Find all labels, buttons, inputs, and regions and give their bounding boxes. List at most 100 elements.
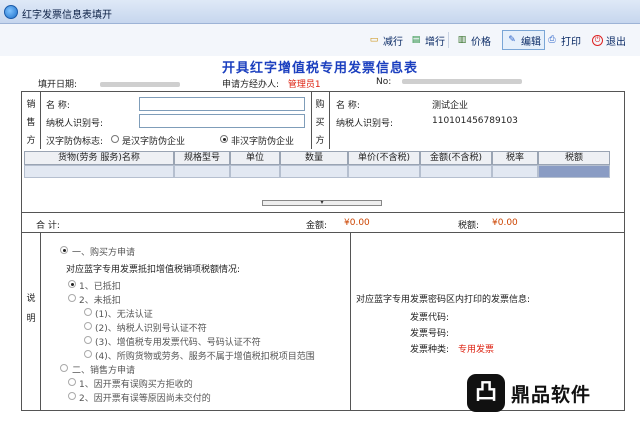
price-button[interactable]: ▥ 价格: [456, 30, 491, 50]
edit-label: 编辑: [521, 36, 541, 48]
applicant: 申请方经办人: 管理员1: [222, 77, 321, 90]
exit-label: 退出: [606, 36, 626, 48]
anti-fake-yes-label: 是汉字防伪企业: [122, 137, 186, 147]
reduce-row-label: 减行: [383, 36, 403, 48]
table-cell-selected[interactable]: [538, 165, 610, 178]
table-cell[interactable]: [492, 165, 538, 178]
fill-date-text: 填开日期:: [38, 80, 78, 90]
table-cell[interactable]: [420, 165, 492, 178]
reason1-radio[interactable]: [84, 308, 92, 316]
invoice-number-label: 发票号码:: [410, 329, 450, 339]
app-icon: [4, 5, 18, 19]
anti-fake-label: 汉字防伪标志:: [46, 137, 104, 147]
buyer-name-label: 名 称:: [336, 101, 360, 111]
deducted-radio[interactable]: [68, 280, 76, 288]
totals-bottom-border: [22, 232, 624, 233]
buyer-label-char: 方: [315, 136, 325, 146]
buyer-apply-label: 一、购买方申请: [72, 248, 136, 258]
reason2-label: (2)、纳税人识别号认证不符: [95, 324, 207, 334]
col-header-price: 单价(不含税): [348, 151, 420, 165]
notes-divider-left: [40, 232, 41, 410]
notes-label-char: 明: [26, 314, 36, 324]
seller-apply-radio[interactable]: [60, 364, 68, 372]
watermark-logo-icon: 凸: [467, 374, 505, 412]
notes-label-char: 说: [26, 294, 36, 304]
number-value: [402, 79, 523, 84]
blue-invoice-info-title: 对应蓝字专用发票密码区内打印的发票信息:: [356, 295, 531, 305]
invoice-form: 销 售 方 名 称: 纳税人识别号: 汉字防伪标志: 是汉字防伪企业 非汉字防伪…: [21, 91, 625, 411]
seller-reason2-radio[interactable]: [68, 392, 76, 400]
total-tax-label: 税额:: [458, 221, 480, 231]
table-cell[interactable]: [280, 165, 348, 178]
deduct-question: 对应蓝字专用发票抵扣增值税销项税额情况:: [66, 265, 241, 275]
title-bar: 红字发票信息表填开: [0, 0, 640, 24]
seller-label-char: 销: [26, 100, 36, 110]
totals-top-border: [22, 212, 624, 213]
seller-taxid-input[interactable]: [139, 114, 305, 128]
invoice-kind-value: 专用发票: [458, 345, 495, 355]
anti-fake-no-label: 非汉字防伪企业: [231, 137, 295, 147]
table-cell[interactable]: [348, 165, 420, 178]
document-title: 开具红字增值税专用发票信息表: [221, 61, 418, 76]
col-header-spec: 规格型号: [174, 151, 230, 165]
col-header-rate: 税率: [492, 151, 538, 165]
reason3-radio[interactable]: [84, 336, 92, 344]
fill-date-label: 填开日期:: [38, 77, 180, 90]
fill-date-value: [99, 82, 180, 87]
power-icon: ⏻: [592, 34, 603, 46]
buyer-label-char: 购: [315, 100, 325, 110]
seller-label-char: 售: [26, 118, 36, 128]
watermark: 凸 鼎品软件: [467, 368, 591, 418]
toolbar: ▭ 减行 ▤ 增行 ▥ 价格 ✎ 编辑 ⎙ 打印 ⏻ 退出: [0, 24, 640, 56]
seller-reason1-radio[interactable]: [68, 378, 76, 386]
reason4-label: (4)、所购货物或劳务、服务不属于增值税扣税项目范围: [95, 352, 315, 362]
total-label: 合 计:: [36, 221, 60, 231]
not-deducted-label: 2、未抵扣: [79, 296, 121, 306]
seller-name-label: 名 称:: [46, 101, 70, 111]
add-row-button[interactable]: ▤ 增行: [410, 30, 445, 50]
anti-fake-yes-radio[interactable]: [111, 135, 119, 143]
reduce-row-button[interactable]: ▭ 减行: [368, 30, 403, 50]
add-row-icon: ▤: [411, 35, 421, 45]
edit-button[interactable]: ✎ 编辑: [502, 30, 545, 50]
notes-side-label: 说 明: [24, 292, 38, 326]
seller-name-input[interactable]: [139, 97, 305, 111]
toolbar-divider: [448, 32, 449, 48]
edit-icon: ✎: [508, 35, 516, 45]
deducted-label: 1、已抵扣: [79, 282, 121, 292]
grid-resize-handle[interactable]: ▾: [262, 200, 382, 206]
number-label: No:: [376, 77, 392, 87]
reason1-label: (1)、无法认证: [95, 310, 153, 320]
watermark-text: 鼎品软件: [511, 383, 592, 406]
seller-apply-label: 二、销售方申请: [72, 366, 136, 376]
seller-reason1-label: 1、因开票有误购买方拒收的: [79, 380, 193, 390]
total-amount-label: 金额:: [306, 221, 328, 231]
seller-taxid-label: 纳税人识别号:: [46, 119, 104, 129]
col-header-amount: 金额(不含税): [420, 151, 492, 165]
table-cell[interactable]: [230, 165, 280, 178]
buyer-taxid-value: 110101456789103: [432, 116, 518, 126]
seller-divider: [40, 92, 41, 149]
printer-icon: ⎙: [548, 35, 556, 45]
total-tax-value: ¥0.00: [492, 218, 518, 228]
seller-reason2-label: 2、因开票有误等原因尚未交付的: [79, 394, 211, 404]
table-cell[interactable]: [174, 165, 230, 178]
print-label: 打印: [561, 36, 581, 48]
print-button[interactable]: ⎙ 打印: [546, 30, 581, 50]
invoice-code-label: 发票代码:: [410, 313, 450, 323]
price-icon: ▥: [457, 35, 467, 45]
exit-button[interactable]: ⏻ 退出: [592, 30, 626, 50]
buyer-divider-left: [311, 92, 312, 149]
applicant-value: 管理员1: [287, 80, 321, 90]
price-label: 价格: [471, 36, 491, 48]
anti-fake-no-radio[interactable]: [220, 135, 228, 143]
col-header-tax: 税额: [538, 151, 610, 165]
table-cell[interactable]: [24, 165, 174, 178]
reason4-radio[interactable]: [84, 350, 92, 358]
reason2-radio[interactable]: [84, 322, 92, 330]
not-deducted-radio[interactable]: [68, 294, 76, 302]
seller-label-char: 方: [26, 136, 36, 146]
applicant-label: 申请方经办人:: [222, 80, 280, 90]
buyer-apply-radio[interactable]: [60, 246, 68, 254]
notes-divider-middle: [350, 232, 351, 410]
